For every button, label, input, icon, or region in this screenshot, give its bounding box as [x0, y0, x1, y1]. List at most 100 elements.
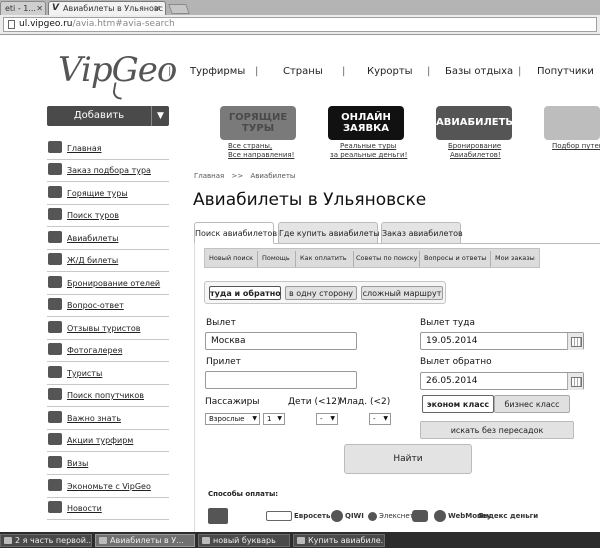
nav-link-resorts[interactable]: Курорты [367, 66, 413, 77]
from-input[interactable]: Москва [205, 332, 357, 350]
calendar-icon[interactable] [567, 333, 583, 350]
nav-link-recreation-bases[interactable]: Базы отдыха [445, 66, 513, 77]
add-button[interactable]: Добавить ▼ [47, 106, 169, 126]
subnav-new-search[interactable]: Новый поиск [209, 254, 253, 262]
subnav-my-orders[interactable]: Мои заказы [495, 254, 535, 262]
airplane-icon [48, 231, 62, 243]
subnav-help[interactable]: Помощь [262, 254, 290, 262]
os-taskbar: 2 я часть первой... Авиабилеты в У... но… [0, 532, 600, 548]
subnav-faq[interactable]: Вопросы и ответы [424, 254, 486, 262]
depart-date-input[interactable]: 19.05.2014 [420, 332, 584, 350]
taskbar-item[interactable]: Купить авиабиле... [293, 534, 385, 547]
percent-icon [48, 479, 62, 491]
webmoney-icon [434, 510, 446, 522]
sidebar-item-news[interactable]: Новости [47, 498, 169, 520]
payment-cash-logo [412, 504, 430, 528]
sidebar-item-visas[interactable]: Визы [47, 453, 169, 475]
infants-label: Млад. (<2) [339, 397, 391, 407]
sidebar-item-tourists[interactable]: Туристы [47, 363, 169, 385]
sidebar-item-home[interactable]: Главная [47, 138, 169, 160]
taskbar-item[interactable]: новый букварь [198, 534, 290, 547]
infants-count-value: - [373, 415, 376, 423]
sidebar-item-rail-tickets[interactable]: Ж/Д билеты [47, 250, 169, 272]
banner-caption: за реальные деньги! [330, 151, 408, 159]
adult-count-value: 1 [267, 415, 272, 423]
browser-tab-inactive[interactable]: eti - 1... ✕ [0, 1, 46, 15]
sidebar-item-label: Акции турфирм [67, 436, 134, 445]
sidebar-item-hot-tours[interactable]: Горящие туры [47, 183, 169, 205]
chevron-down-icon: ▼ [330, 415, 335, 422]
return-date-input[interactable]: 26.05.2014 [420, 372, 584, 390]
depart-date-label: Вылет туда [420, 318, 475, 328]
route-round-trip-button[interactable]: туда и обратно [209, 286, 281, 300]
breadcrumb-home[interactable]: Главная [194, 172, 224, 180]
sidebar-item-reviews[interactable]: Отзывы туристов [47, 318, 169, 340]
sidebar-item-label: Главная [67, 144, 102, 153]
return-date-value: 26.05.2014 [426, 376, 478, 386]
sidebar-item-gallery[interactable]: Фотогалерея [47, 340, 169, 362]
suitcase-icon [48, 388, 62, 400]
find-button[interactable]: Найти [344, 444, 472, 474]
nav-link-countries[interactable]: Страны [283, 66, 323, 77]
economy-class-button[interactable]: эконом класс [422, 395, 494, 413]
breadcrumb: Главная >> Авиабилеты [194, 172, 295, 180]
subnav-search-tips[interactable]: Советы по поиску [356, 254, 417, 262]
adult-count-select[interactable]: 1 ▼ [263, 413, 285, 425]
to-input[interactable] [205, 371, 357, 389]
tab-search-tickets[interactable]: Поиск авиабилетов [194, 222, 277, 244]
url-host: ul.vipgeo.ru [19, 19, 73, 29]
url-input[interactable]: ul.vipgeo.ru/avia.htm#avia-search [3, 17, 597, 32]
tab-order-tickets[interactable]: Заказ авиабилетов [381, 222, 463, 244]
sidebar-item-promotions[interactable]: Акции турфирм [47, 430, 169, 452]
sidebar-item-tour-search[interactable]: Поиск туров [47, 205, 169, 227]
info-icon [48, 501, 62, 513]
to-label: Прилет [206, 357, 241, 367]
sidebar-item-important[interactable]: Важно знать [47, 408, 169, 430]
return-date-label: Вылет обратно [420, 357, 492, 367]
new-tab-button[interactable] [168, 4, 190, 14]
payment-yandex-logo: Яндекс деньги [478, 504, 538, 528]
payment-card-logo [208, 504, 230, 528]
tab-where-to-buy[interactable]: Где купить авиабилеты [278, 222, 380, 244]
children-label: Дети (<12) [288, 397, 341, 407]
close-icon[interactable]: ✕ [154, 2, 161, 15]
taskbar-item-label: новый букварь [213, 536, 276, 545]
sidebar-item-hotel-booking[interactable]: Бронирование отелей [47, 273, 169, 295]
sidebar-item-label: Заказ подбора тура [67, 166, 151, 175]
direct-flights-button[interactable]: искать без пересадок [420, 421, 574, 439]
banner-caption: Подбор путев [552, 142, 600, 150]
browser-tab-bar: eti - 1... ✕ V Авиабилеты в Ульяновс ✕ [0, 0, 600, 15]
logo-hook-decoration [111, 82, 125, 100]
sidebar-item-companions[interactable]: Поиск попутчиков [47, 385, 169, 407]
sidebar-item-save[interactable]: Экономьте с VipGeo [47, 476, 169, 498]
palm-icon [48, 163, 62, 175]
taskbar-item-active[interactable]: Авиабилеты в У... [95, 534, 195, 547]
route-complex-button[interactable]: сложный маршрут [361, 286, 443, 300]
infants-count-select[interactable]: - ▼ [369, 413, 391, 425]
taskbar-item-label: 2 я часть первой... [15, 536, 92, 545]
subnav-how-to-pay[interactable]: Как оплатить [300, 254, 347, 262]
nav-link-companions[interactable]: Попутчики [537, 66, 594, 77]
visa-icon [48, 456, 62, 468]
top-navigation: | Турфирмы | Страны | Курорты | Базы отд… [168, 66, 594, 77]
passenger-type-select[interactable]: Взрослые ▼ [205, 413, 260, 425]
business-class-button[interactable]: бизнес класс [494, 395, 570, 413]
sidebar-item-tour-request[interactable]: Заказ подбора тура [47, 160, 169, 182]
children-count-select[interactable]: - ▼ [316, 413, 338, 425]
calendar-icon[interactable] [567, 373, 583, 390]
sidebar-item-label: Авиабилеты [67, 234, 119, 243]
route-one-way-button[interactable]: в одну сторону [285, 286, 357, 300]
tab-label: Авиабилеты в Ульяновс [63, 4, 163, 13]
chevron-down-icon[interactable]: ▼ [151, 106, 169, 126]
banner-hot-tours-image: ГОРЯЩИЕ ТУРЫ [220, 106, 296, 140]
browser-tab-active[interactable]: V Авиабилеты в Ульяновс ✕ [48, 1, 166, 15]
folder-icon [297, 537, 305, 544]
address-bar: ul.vipgeo.ru/avia.htm#avia-search [0, 15, 600, 35]
sidebar-item-air-tickets[interactable]: Авиабилеты [47, 228, 169, 250]
page-title: Авиабилеты в Ульяновске [193, 190, 427, 210]
nav-link-tour-firms[interactable]: Турфирмы [190, 66, 245, 77]
route-type-group: туда и обратно в одну сторону сложный ма… [204, 281, 446, 304]
sidebar-item-questions[interactable]: Вопрос-ответ [47, 295, 169, 317]
taskbar-item[interactable]: 2 я часть первой... [0, 534, 92, 547]
close-icon[interactable]: ✕ [36, 2, 43, 15]
